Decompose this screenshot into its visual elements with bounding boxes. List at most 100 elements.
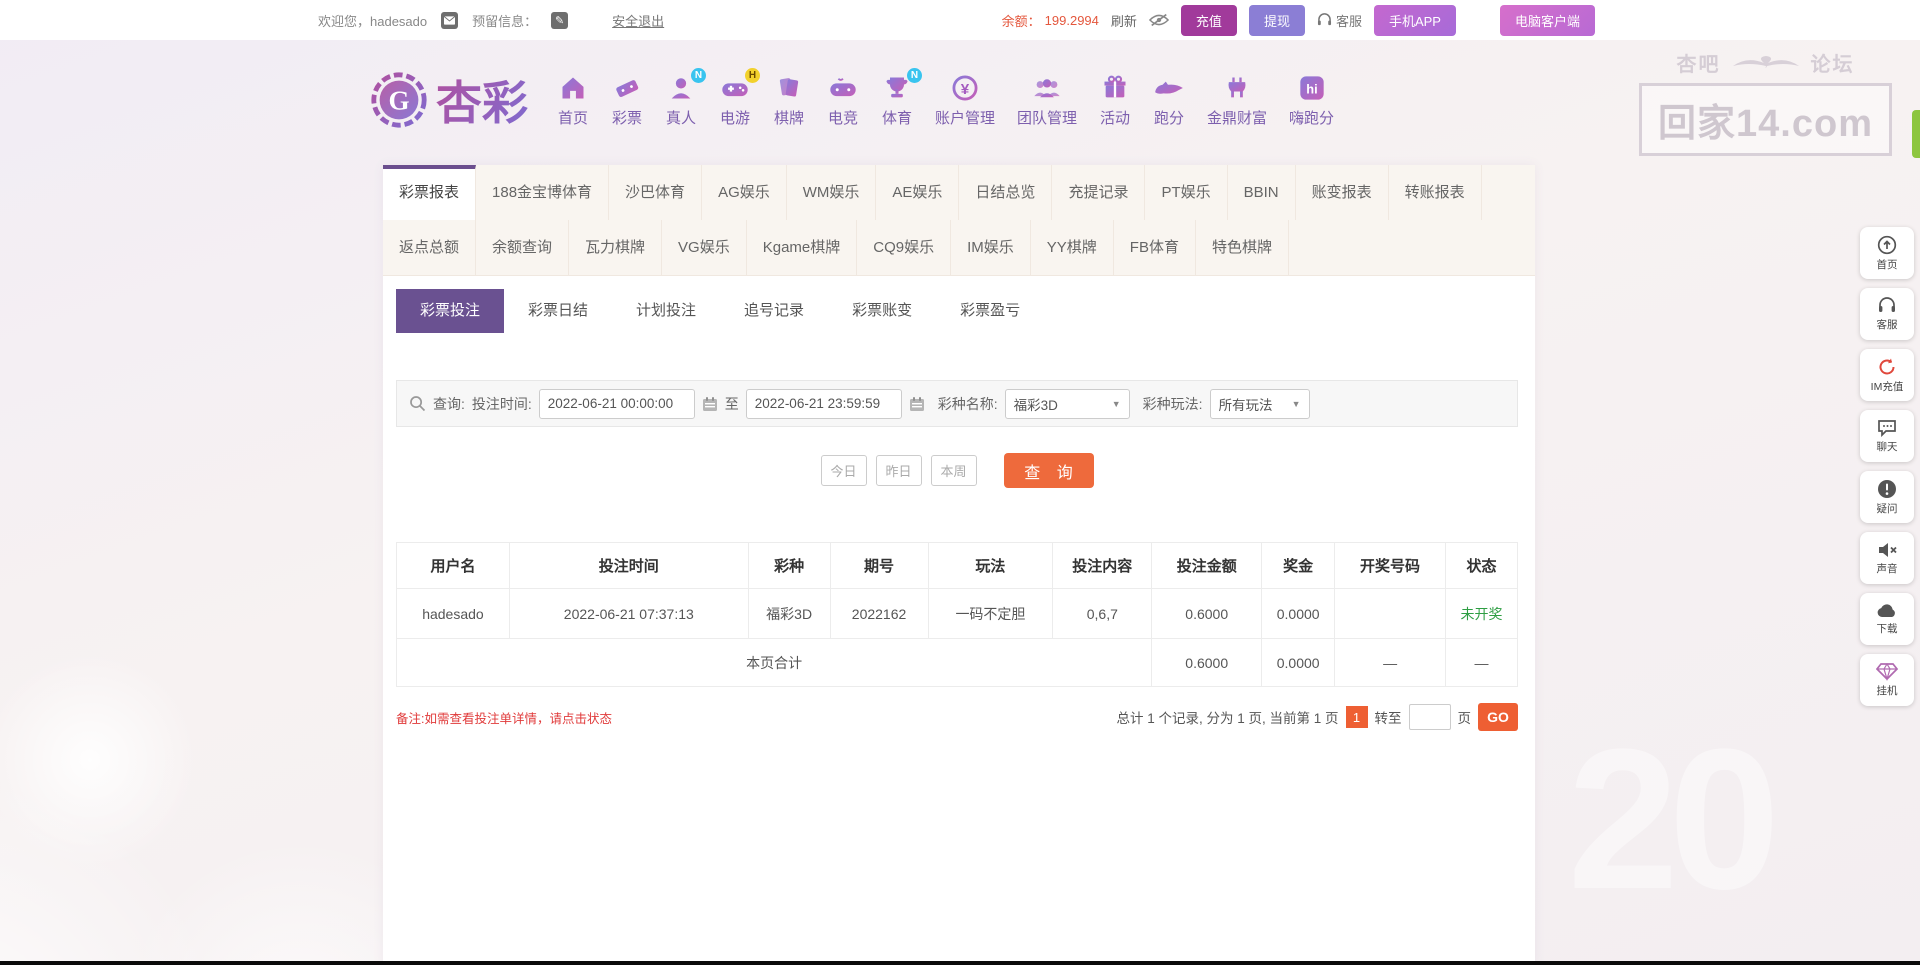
svg-text:hi: hi xyxy=(1306,81,1317,96)
pagination-summary: 总计 1 个记录, 分为 1 页, 当前第 1 页 xyxy=(1116,711,1339,726)
lottery-name-select[interactable]: 福彩3D ▼ xyxy=(1004,388,1130,419)
tab-balance-query[interactable]: 余额查询 xyxy=(476,220,570,275)
calendar-icon[interactable] xyxy=(909,396,925,412)
tab-ae[interactable]: AE娱乐 xyxy=(876,165,960,220)
sidebar-item-home[interactable]: 首页 xyxy=(1860,227,1914,279)
tab-rebate-total[interactable]: 返点总额 xyxy=(383,220,477,275)
nav-item-home[interactable]: 首页 xyxy=(546,72,600,128)
account-coin-icon: ¥ xyxy=(949,72,981,104)
nav-item-egames[interactable]: H 电游 xyxy=(708,68,762,128)
tab-ag[interactable]: AG娱乐 xyxy=(702,165,787,220)
tab-bbin[interactable]: BBIN xyxy=(1228,165,1296,220)
new-badge: N xyxy=(907,68,922,83)
sidebar-item-chat[interactable]: 聊天 xyxy=(1860,410,1914,462)
yesterday-button[interactable]: 昨日 xyxy=(875,455,922,486)
this-week-button[interactable]: 本周 xyxy=(930,455,977,486)
report-tabs-row2: 返点总额 余额查询 瓦力棋牌 VG娱乐 Kgame棋牌 CQ9娱乐 IM娱乐 Y… xyxy=(383,220,1535,276)
search-icon xyxy=(409,395,426,412)
nav-item-account[interactable]: ¥ 账户管理 xyxy=(924,72,1006,128)
pc-client-button[interactable]: 电脑客户端 xyxy=(1499,4,1595,36)
edit-pencil-icon[interactable]: ✎ xyxy=(551,11,569,29)
mobile-app-button[interactable]: 手机APP xyxy=(1373,4,1456,36)
play-type-select[interactable]: 所有玩法 ▼ xyxy=(1209,388,1310,419)
nav-item-team[interactable]: 团队管理 xyxy=(1006,72,1088,128)
nav-item-sports[interactable]: N 体育 xyxy=(870,68,924,128)
time-to-input[interactable] xyxy=(745,388,902,419)
tab-kgame[interactable]: Kgame棋牌 xyxy=(747,220,858,275)
message-envelope-icon[interactable] xyxy=(441,11,459,29)
total-label: 本页合计 xyxy=(395,638,1153,687)
query-button[interactable]: 查 询 xyxy=(1003,453,1094,488)
subtab-lottery-daily[interactable]: 彩票日结 xyxy=(504,289,612,333)
tab-wali[interactable]: 瓦力棋牌 xyxy=(569,220,663,275)
goto-page-input[interactable] xyxy=(1408,704,1451,730)
tab-special-chess[interactable]: 特色棋牌 xyxy=(1196,220,1289,275)
site-logo[interactable]: G 杏彩 xyxy=(368,67,528,133)
goto-label: 转至 xyxy=(1374,711,1402,726)
tab-shaba-sport[interactable]: 沙巴体育 xyxy=(609,165,703,220)
nav-item-esports[interactable]: 电竞 xyxy=(816,72,870,128)
col-prize: 奖金 xyxy=(1261,542,1336,589)
refresh-link[interactable]: 刷新 xyxy=(1111,11,1137,30)
subtab-plan-bets[interactable]: 计划投注 xyxy=(612,289,720,333)
table-row: hadesado 2022-06-21 07:37:13 福彩3D 202216… xyxy=(396,588,1518,639)
page-1-button[interactable]: 1 xyxy=(1345,706,1368,728)
tab-cq9[interactable]: CQ9娱乐 xyxy=(857,220,952,275)
tab-fb[interactable]: FB体育 xyxy=(1114,220,1196,275)
subtab-lottery-change[interactable]: 彩票账变 xyxy=(828,289,936,333)
tab-im[interactable]: IM娱乐 xyxy=(951,220,1031,275)
welcome-text: 欢迎您，hadesado xyxy=(318,13,428,29)
footer-note: 备注:如需查看投注单详情，请点击状态 xyxy=(396,711,612,726)
sidebar-item-sound[interactable]: 声音 xyxy=(1860,532,1914,584)
tab-wm[interactable]: WM娱乐 xyxy=(787,165,877,220)
side-green-tab[interactable] xyxy=(1912,110,1920,158)
today-button[interactable]: 今日 xyxy=(820,455,867,486)
filter-bar: 查询: 投注时间: 至 彩种名称: 福彩3D▼ 彩种玩法: 所有玩法▼ xyxy=(396,380,1518,427)
home-icon xyxy=(557,72,589,104)
cell-lottery: 福彩3D xyxy=(747,588,831,639)
forum-watermark: 杏吧 论坛 回家14.com xyxy=(1639,48,1892,156)
chat-bubble-icon xyxy=(1877,418,1897,437)
subtab-lottery-pnl[interactable]: 彩票盈亏 xyxy=(936,289,1044,333)
logout-link[interactable]: 安全退出 xyxy=(612,11,664,30)
esports-icon xyxy=(827,72,859,104)
withdraw-button[interactable]: 提现 xyxy=(1248,4,1305,36)
time-from-input[interactable] xyxy=(538,388,695,419)
recharge-button[interactable]: 充值 xyxy=(1180,4,1237,36)
go-button[interactable]: GO xyxy=(1478,703,1518,731)
status-link[interactable]: 未开奖 xyxy=(1445,588,1518,639)
report-panel: 彩票报表 188金宝博体育 沙巴体育 AG娱乐 WM娱乐 AE娱乐 日结总览 充… xyxy=(383,165,1535,965)
tab-transfer-report[interactable]: 转账报表 xyxy=(1389,165,1482,220)
sidebar-item-im-recharge[interactable]: IM充值 xyxy=(1860,349,1914,401)
tab-yy[interactable]: YY棋牌 xyxy=(1031,220,1114,275)
tab-188-sport[interactable]: 188金宝博体育 xyxy=(476,165,610,220)
subtab-chase-record[interactable]: 追号记录 xyxy=(720,289,828,333)
sidebar-item-hangup[interactable]: 挂机 xyxy=(1860,654,1914,706)
sidebar-item-download[interactable]: 下载 xyxy=(1860,593,1914,645)
eye-slash-icon[interactable] xyxy=(1148,13,1169,27)
nav-item-hipaofen[interactable]: hi 嗨跑分 xyxy=(1278,72,1345,128)
nav-item-activity[interactable]: 活动 xyxy=(1088,72,1142,128)
sound-mute-icon xyxy=(1877,541,1898,559)
sidebar-item-service[interactable]: 客服 xyxy=(1860,288,1914,340)
customer-service-link[interactable]: 客服 xyxy=(1317,11,1362,30)
tab-account-change[interactable]: 账变报表 xyxy=(1296,165,1389,220)
nav-item-paofen[interactable]: 跑分 xyxy=(1142,72,1196,128)
calendar-icon[interactable] xyxy=(702,396,718,412)
pagination: 总计 1 个记录, 分为 1 页, 当前第 1 页 1 转至 页 GO xyxy=(1116,703,1518,731)
subtab-lottery-bets[interactable]: 彩票投注 xyxy=(396,289,505,333)
tab-lottery-report[interactable]: 彩票报表 xyxy=(383,165,477,220)
nav-item-wealth[interactable]: 金鼎财富 xyxy=(1196,72,1278,128)
nav-item-lottery[interactable]: 彩票 xyxy=(600,72,654,128)
col-play: 玩法 xyxy=(927,542,1054,589)
tab-vg[interactable]: VG娱乐 xyxy=(662,220,747,275)
tab-daily-summary[interactable]: 日结总览 xyxy=(959,165,1053,220)
tab-deposit-record[interactable]: 充提记录 xyxy=(1052,165,1146,220)
col-lottery: 彩种 xyxy=(747,542,831,589)
nav-item-live[interactable]: N 真人 xyxy=(654,68,708,128)
nav-item-cardgames[interactable]: 棋牌 xyxy=(762,72,816,128)
headset-icon xyxy=(1317,13,1332,27)
download-cloud-icon xyxy=(1876,603,1898,619)
tab-pt[interactable]: PT娱乐 xyxy=(1145,165,1228,220)
sidebar-item-question[interactable]: 疑问 xyxy=(1860,471,1914,523)
